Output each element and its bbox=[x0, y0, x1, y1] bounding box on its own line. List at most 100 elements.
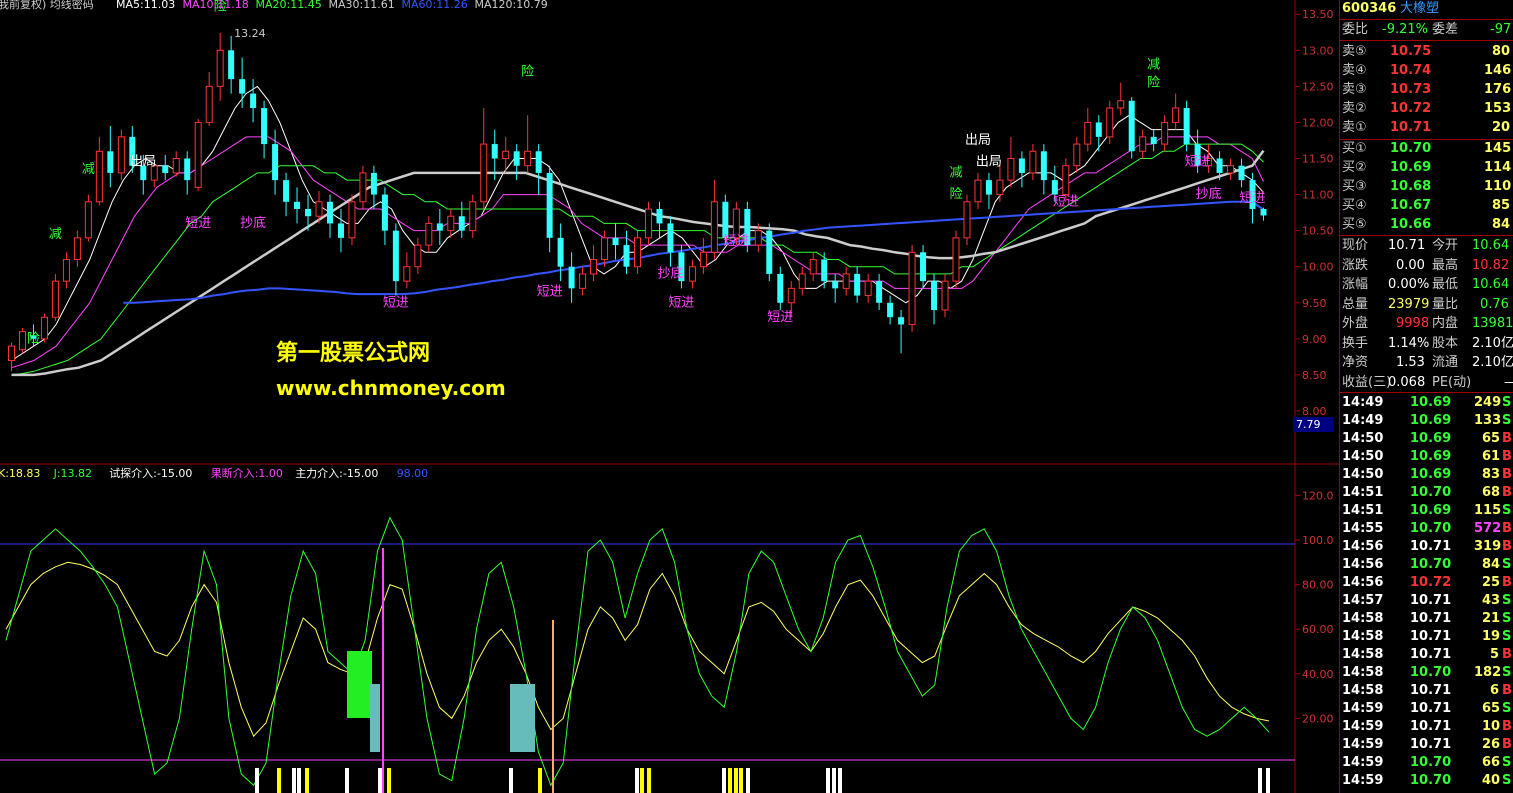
price-tick-label: 12.00 bbox=[1302, 116, 1334, 129]
stat-label: 最高 bbox=[1432, 257, 1459, 273]
signal-label: 出局 bbox=[965, 133, 991, 148]
tick-volume: 61 bbox=[1482, 449, 1501, 464]
candle-body bbox=[1029, 150, 1037, 174]
candle-body bbox=[216, 49, 224, 87]
signal-bar bbox=[378, 768, 382, 793]
candle-body bbox=[436, 223, 443, 231]
tick-volume: 319 bbox=[1474, 539, 1502, 554]
tick-side: S bbox=[1502, 611, 1512, 626]
tick-row: 14:51 10.69 115 S bbox=[1340, 502, 1513, 520]
candle-body bbox=[1150, 136, 1157, 145]
candle-body bbox=[656, 209, 663, 224]
tick-price: 10.69 bbox=[1410, 449, 1452, 464]
tick-row: 14:56 10.72 25 B bbox=[1340, 574, 1513, 592]
candle-body bbox=[117, 136, 125, 174]
tick-side: B bbox=[1502, 431, 1512, 446]
tick-side: B bbox=[1502, 737, 1512, 752]
tick-side: B bbox=[1502, 539, 1512, 554]
bid-level-label: 买② bbox=[1342, 160, 1367, 175]
tick-row: 14:59 10.70 66 S bbox=[1340, 754, 1513, 772]
tick-time: 14:57 bbox=[1342, 593, 1384, 608]
candle-body bbox=[1161, 121, 1169, 145]
kdj-indicator bbox=[5, 516, 1270, 793]
signal-label: 短进 bbox=[185, 216, 211, 231]
signal-label: 减 bbox=[1147, 57, 1160, 72]
signal-bar bbox=[538, 768, 542, 793]
bid-volume: 110 bbox=[1484, 179, 1512, 194]
signal-bar bbox=[277, 768, 281, 793]
signal-label: 出局 bbox=[130, 155, 156, 170]
candle-body bbox=[1183, 108, 1190, 145]
indicator-tick-label: 120.0 bbox=[1302, 489, 1334, 502]
stat-value: 10.71 bbox=[1388, 238, 1426, 253]
tick-time: 14:59 bbox=[1342, 737, 1384, 752]
signal-label: 抄底 bbox=[657, 266, 683, 282]
bid-price: 10.66 bbox=[1390, 217, 1432, 232]
candle-body bbox=[194, 121, 202, 188]
candle-body bbox=[908, 251, 916, 325]
tick-volume: 65 bbox=[1482, 431, 1501, 446]
tick-time: 14:58 bbox=[1342, 665, 1384, 680]
entry-signal-box bbox=[510, 684, 535, 752]
indicator-tick-label: 40.00 bbox=[1302, 668, 1334, 681]
tick-row: 14:56 10.71 319 B bbox=[1340, 538, 1513, 556]
signal-label: 险 bbox=[521, 65, 534, 80]
signal-bar bbox=[838, 768, 842, 793]
signal-label: 险 bbox=[27, 331, 40, 346]
indicator-line-j bbox=[5, 516, 1270, 787]
candle-body bbox=[842, 273, 850, 289]
stat-label: 现价 bbox=[1342, 238, 1369, 253]
candle-body bbox=[62, 259, 70, 282]
candle-body bbox=[941, 280, 949, 311]
stat-row: 总量 23979 量比 0.76 bbox=[1340, 296, 1513, 314]
signal-bar bbox=[728, 768, 732, 793]
tick-time: 14:59 bbox=[1342, 773, 1384, 788]
stat-label: 外盘 bbox=[1342, 316, 1369, 331]
candle-body bbox=[447, 215, 455, 232]
tick-row: 14:59 10.71 26 B bbox=[1340, 736, 1513, 754]
signal-label: 短进 bbox=[537, 285, 563, 300]
candle-body bbox=[359, 172, 367, 203]
signal-bar bbox=[722, 768, 726, 793]
candle-body bbox=[766, 230, 773, 274]
candle-body bbox=[425, 222, 433, 246]
tick-row: 14:59 10.71 65 S bbox=[1340, 700, 1513, 718]
bid-level-label: 买① bbox=[1342, 141, 1367, 156]
price-tick-label: 8.00 bbox=[1302, 405, 1327, 418]
tick-price: 10.71 bbox=[1410, 701, 1452, 716]
stat-label: 股本 bbox=[1432, 335, 1459, 351]
tick-price: 10.71 bbox=[1410, 647, 1452, 662]
ask-row: 卖③ 10.73 176 bbox=[1340, 81, 1513, 99]
signal-label: 短进 bbox=[767, 310, 793, 325]
tick-row: 14:59 10.71 10 B bbox=[1340, 718, 1513, 736]
ask-price: 10.71 bbox=[1390, 120, 1432, 135]
signal-bar bbox=[345, 768, 349, 793]
signal-label: 险 bbox=[949, 187, 962, 202]
candle-body bbox=[1040, 151, 1047, 181]
tick-time: 14:50 bbox=[1342, 449, 1384, 464]
stat-value: 10.64 bbox=[1472, 238, 1510, 253]
tick-volume: 182 bbox=[1474, 665, 1502, 680]
tick-row: 14:58 10.71 21 S bbox=[1340, 610, 1513, 628]
stat-label: 流通 bbox=[1432, 355, 1459, 370]
tick-price: 10.71 bbox=[1410, 593, 1452, 608]
candle-body bbox=[1238, 165, 1245, 181]
tick-side: B bbox=[1502, 647, 1512, 662]
stat-value: 0.068 bbox=[1388, 374, 1426, 390]
stat-value: — bbox=[1504, 374, 1513, 392]
tick-price: 10.69 bbox=[1410, 431, 1452, 446]
signal-label: 短进 bbox=[723, 234, 749, 249]
price-tick-label: 8.50 bbox=[1302, 369, 1327, 382]
tick-time: 14:59 bbox=[1342, 701, 1384, 716]
tick-volume: 65 bbox=[1482, 701, 1501, 716]
stat-label: 内盘 bbox=[1432, 316, 1459, 331]
tick-time: 14:58 bbox=[1342, 683, 1384, 698]
signal-labels: 险减减险险减险减险出局出局出局短进短进短进短进短进短进短进短进抄底抄底抄底短进 bbox=[27, 0, 1266, 346]
candle-body bbox=[985, 180, 992, 195]
tick-row: 14:49 10.69 249 S bbox=[1340, 394, 1513, 412]
candle-body bbox=[162, 165, 169, 173]
candle-body bbox=[1073, 143, 1081, 167]
ask-price: 10.73 bbox=[1390, 82, 1432, 97]
indicator-tick-label: 80.00 bbox=[1302, 579, 1334, 592]
stat-value: 23979 bbox=[1388, 296, 1430, 312]
